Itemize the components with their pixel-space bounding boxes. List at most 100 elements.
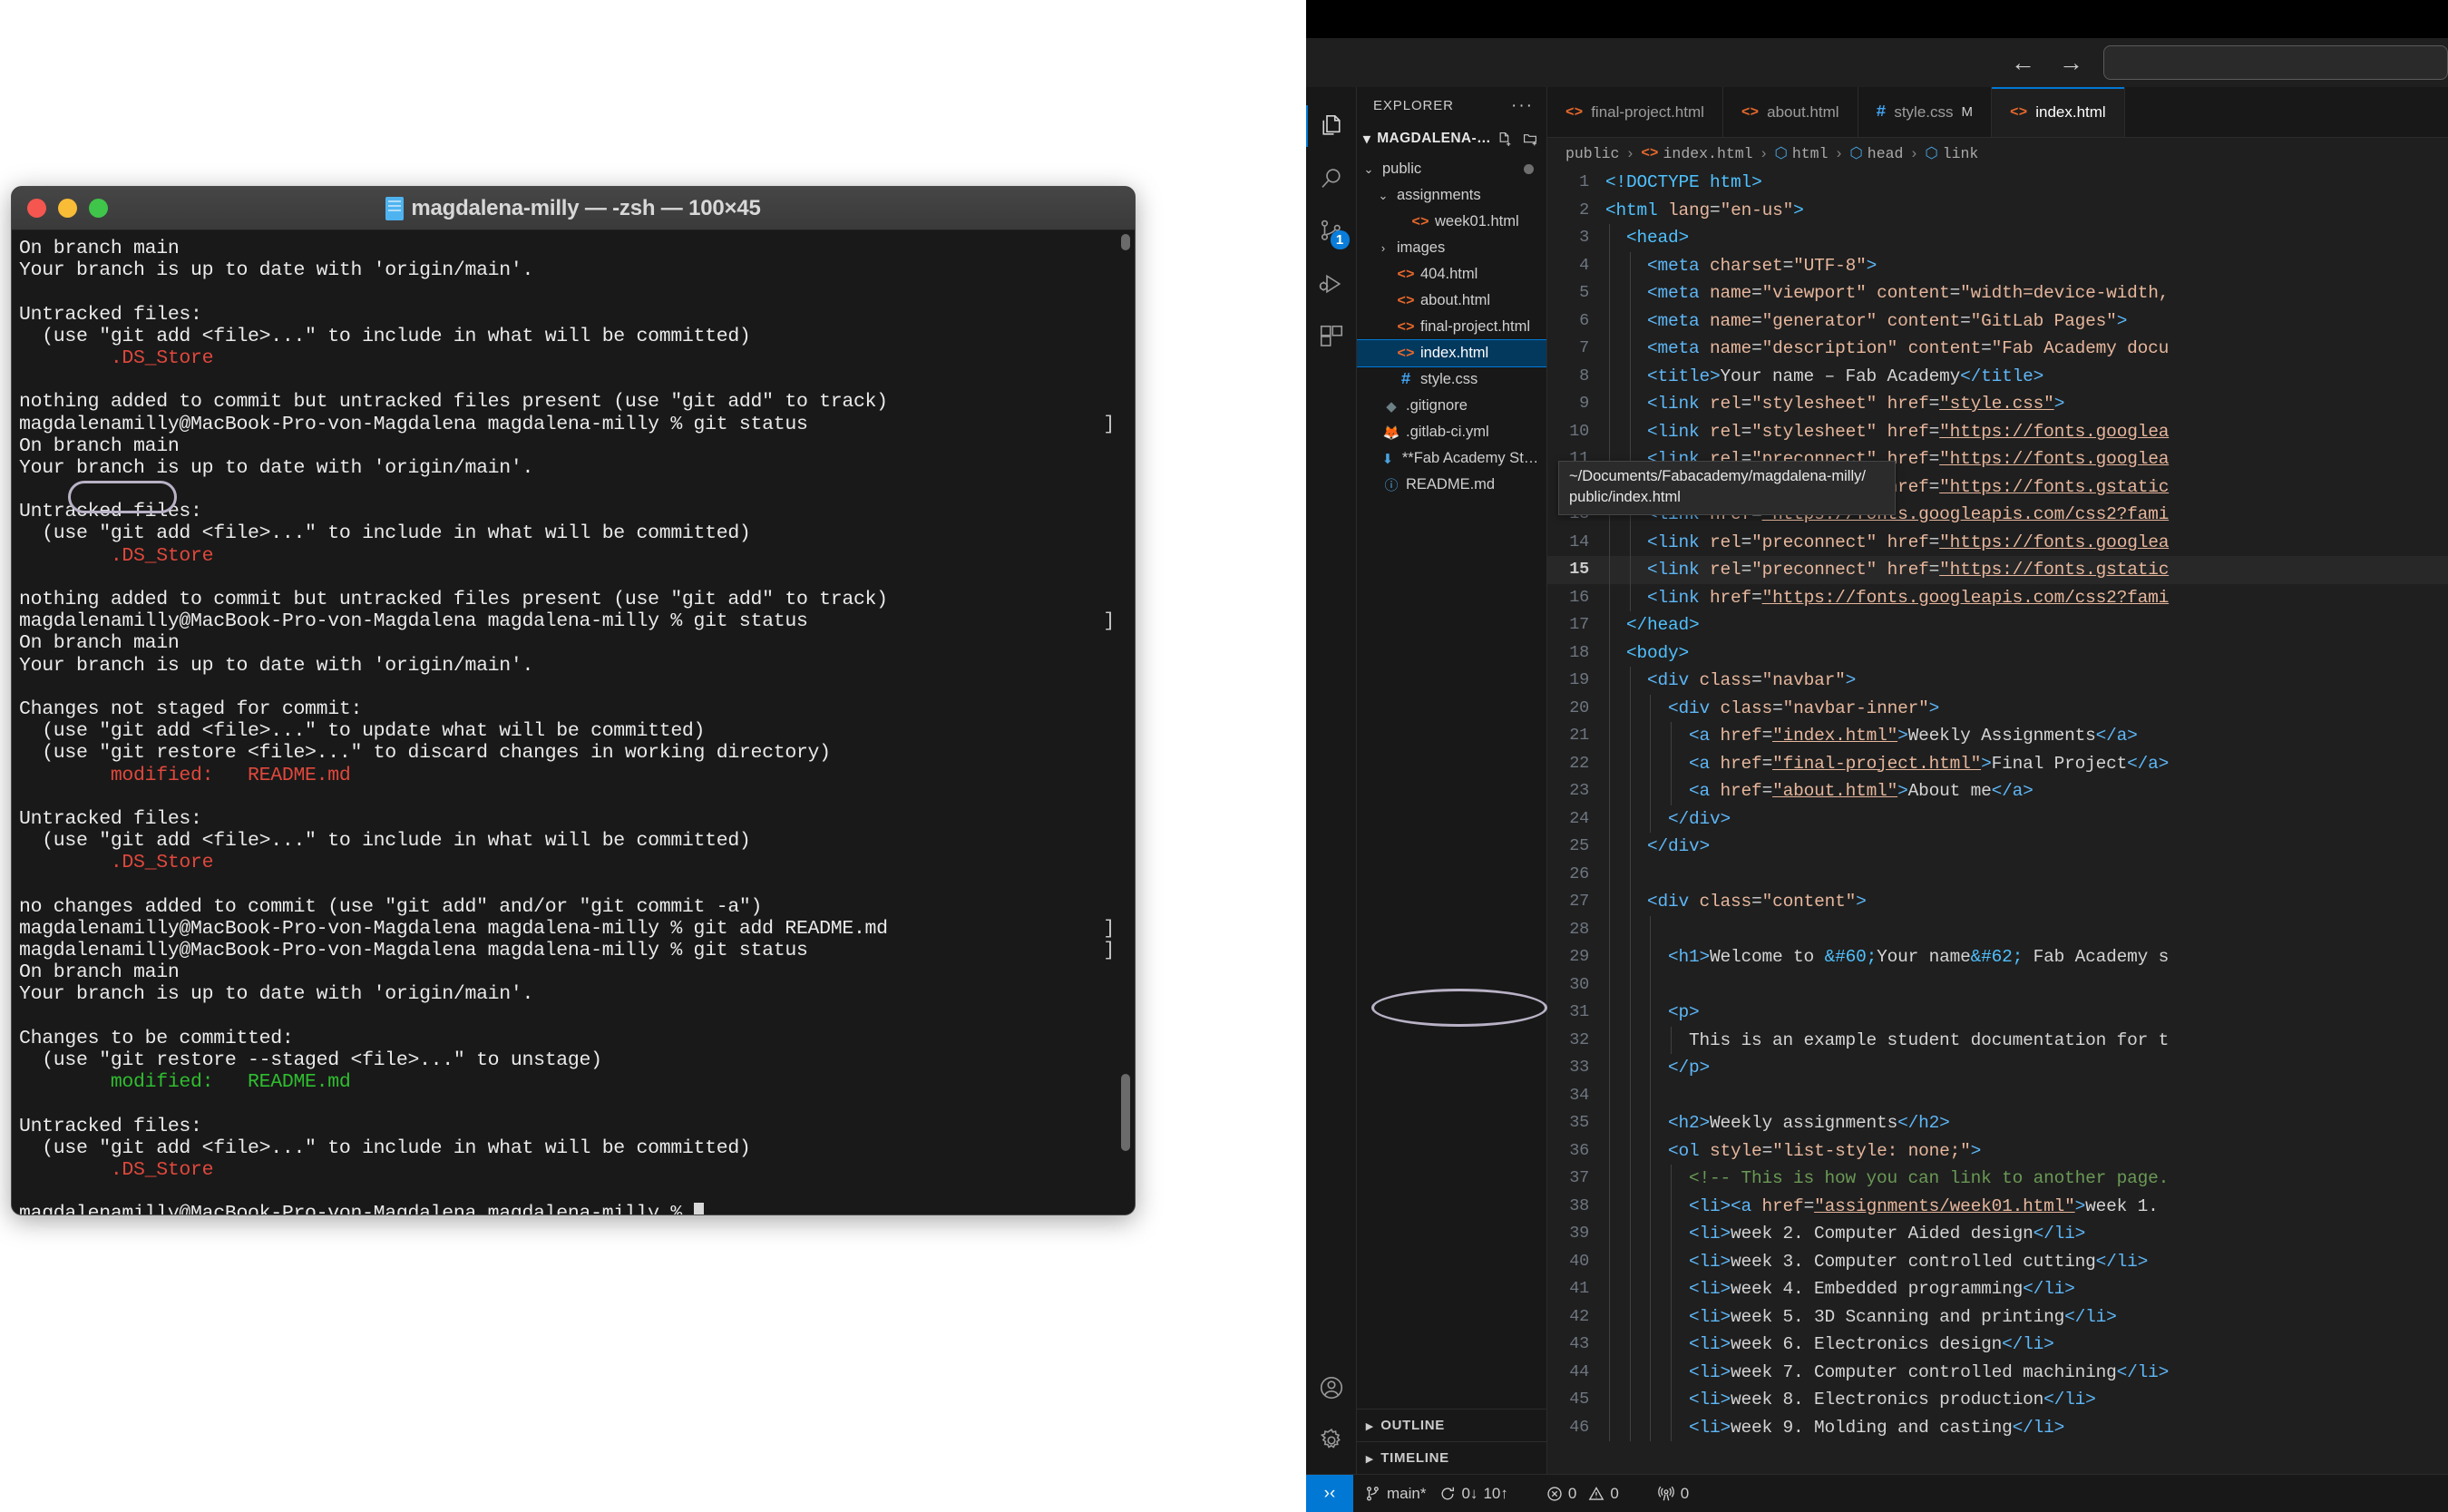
code-line[interactable]: 29 <h1>Welcome to &#60;Your name&#62; Fa… [1547, 943, 2448, 971]
new-file-icon[interactable] [1497, 132, 1513, 147]
tree-item-label: 404.html [1420, 266, 1478, 282]
code-line[interactable]: 30 [1547, 971, 2448, 999]
activity-item-accounts[interactable] [1306, 1361, 1357, 1414]
code-line[interactable]: 41 <li>week 4. Embedded programming</li> [1547, 1275, 2448, 1303]
code-line[interactable]: 3 <head> [1547, 224, 2448, 252]
breadcrumb-item-public[interactable]: public [1565, 145, 1619, 162]
code-line[interactable]: 43 <li>week 6. Electronics design</li> [1547, 1331, 2448, 1359]
terminal-scrollbar[interactable] [1120, 230, 1133, 1214]
tree-item-style-css[interactable]: # style.css [1357, 366, 1546, 393]
code-line[interactable]: 34 [1547, 1081, 2448, 1109]
breadcrumb-item-index-html[interactable]: <> index.html [1641, 145, 1752, 162]
code-editor[interactable]: 1 <!DOCTYPE html> 2 <html lang="en-us"> 3 <h… [1547, 169, 2448, 1474]
breadcrumb-item-link[interactable]: ⬡ link [1925, 144, 1978, 163]
activity-item-run-and-debug[interactable] [1306, 258, 1357, 310]
code-line[interactable]: 38 <li><a href="assignments/week01.html"… [1547, 1192, 2448, 1220]
terminal-scroll-thumb-top[interactable] [1121, 234, 1130, 250]
terminal-body[interactable]: On branch main Your branch is up to date … [12, 230, 1135, 1214]
code-line[interactable]: 10 <link rel="stylesheet" href="https://… [1547, 417, 2448, 445]
timeline-section[interactable]: ▸ TIMELINE [1357, 1441, 1546, 1474]
code-line[interactable]: 33 </p> [1547, 1054, 2448, 1082]
tree-item-about-html[interactable]: <> about.html [1357, 288, 1546, 314]
code-line[interactable]: 36 <ol style="list-style: none;"> [1547, 1136, 2448, 1165]
code-line[interactable]: 17 </head> [1547, 611, 2448, 639]
code-line[interactable]: 9 <link rel="stylesheet" href="style.css… [1547, 390, 2448, 418]
code-line[interactable]: 22 <a href="final-project.html">Final Pr… [1547, 749, 2448, 777]
code-line[interactable]: 18 <body> [1547, 639, 2448, 667]
code-line[interactable]: 25 </div> [1547, 833, 2448, 861]
tree-item-404-html[interactable]: <> 404.html [1357, 261, 1546, 288]
code-line[interactable]: 28 [1547, 915, 2448, 943]
code-line[interactable]: 20 <div class="navbar-inner"> [1547, 694, 2448, 722]
indent-guide [1629, 667, 1631, 695]
tree-item-public[interactable]: ⌄ public [1357, 156, 1546, 182]
tree-item-fab-academy-student-a[interactable]: ⬇ **Fab Academy Student A… [1357, 445, 1546, 472]
code-line[interactable]: 32 This is an example student documentat… [1547, 1026, 2448, 1054]
code-line[interactable]: 19 <div class="navbar"> [1547, 667, 2448, 695]
tree-item-readme-md[interactable]: ⓘ README.md [1357, 472, 1546, 498]
code-line[interactable]: 1 <!DOCTYPE html> [1547, 169, 2448, 197]
code-line-text: <a href="final-project.html">Final Proje… [1689, 753, 2170, 774]
tree-item-gitlab-ci-yml[interactable]: 🦊 .gitlab-ci.yml [1357, 419, 1546, 445]
tree-item-gitignore[interactable]: ◆ .gitignore [1357, 393, 1546, 419]
editor-tab-final-project-html[interactable]: <> final-project.html [1547, 87, 1723, 137]
editor-tab-style-css[interactable]: # style.css M [1858, 87, 1993, 137]
activity-item-explorer[interactable] [1306, 100, 1357, 152]
activity-item-extensions[interactable] [1306, 310, 1357, 363]
code-line[interactable]: 31 <p> [1547, 999, 2448, 1027]
code-line[interactable]: 23 <a href="about.html">About me</a> [1547, 777, 2448, 805]
activity-item-manage[interactable] [1306, 1414, 1357, 1467]
status-error-count: 0 [1567, 1484, 1577, 1502]
tree-item-final-project-html[interactable]: <> final-project.html [1357, 314, 1546, 340]
tree-item-index-html[interactable]: <> index.html [1357, 339, 1546, 367]
remote-window-icon[interactable]: ›‹ [1306, 1474, 1353, 1512]
new-folder-icon[interactable] [1523, 132, 1538, 147]
quick-input-search-box[interactable] [2103, 45, 2448, 80]
code-line[interactable]: 37 <!-- This is how you can link to anot… [1547, 1165, 2448, 1193]
terminal-scroll-thumb[interactable] [1121, 1074, 1130, 1151]
indent-guide [1609, 279, 1610, 307]
tree-item-week01-html[interactable]: <> week01.html [1357, 209, 1546, 235]
code-line[interactable]: 21 <a href="index.html">Weekly Assignmen… [1547, 722, 2448, 750]
code-line-text: <link rel="stylesheet" href="https://fon… [1647, 421, 2170, 442]
status-ports[interactable]: 0 [1645, 1475, 1701, 1512]
code-line[interactable]: 15 <link rel="preconnect" href="https://… [1547, 556, 2448, 584]
status-problems[interactable]: 0 0 [1535, 1475, 1631, 1512]
breadcrumb-item-html[interactable]: ⬡ html [1774, 144, 1828, 163]
breadcrumb-item-head[interactable]: ⬡ head [1849, 144, 1903, 163]
code-line[interactable]: 6 <meta name="generator" content="GitLab… [1547, 307, 2448, 335]
code-line[interactable]: 14 <link rel="preconnect" href="https://… [1547, 528, 2448, 556]
explorer-more-actions-button[interactable]: ··· [1511, 97, 1534, 114]
arrow-right-icon[interactable]: → [2059, 50, 2083, 75]
activity-item-source-control[interactable]: 1 [1306, 205, 1357, 258]
code-line[interactable]: 7 <meta name="description" content="Fab … [1547, 335, 2448, 363]
code-line[interactable]: 35 <h2>Weekly assignments</h2> [1547, 1109, 2448, 1137]
code-line[interactable]: 27 <div class="content"> [1547, 888, 2448, 916]
indent-guide [1650, 1302, 1651, 1331]
editor-tab-about-html[interactable]: <> about.html [1722, 87, 1858, 137]
code-line[interactable]: 46 <li>week 9. Molding and casting</li> [1547, 1413, 2448, 1441]
code-line[interactable]: 8 <title>Your name – Fab Academy</title> [1547, 362, 2448, 390]
activity-item-search[interactable] [1306, 152, 1357, 205]
terminal-line: nothing added to commit but untracked fi… [19, 391, 888, 414]
outline-section[interactable]: ▸ OUTLINE [1357, 1409, 1546, 1441]
code-line[interactable]: 39 <li>week 2. Computer Aided design</li… [1547, 1220, 2448, 1248]
tree-item-assignments[interactable]: ⌄ assignments [1357, 182, 1546, 209]
code-line[interactable]: 2 <html lang="en-us"> [1547, 197, 2448, 225]
editor-tab-index-html[interactable]: <> index.html [1992, 87, 2125, 137]
status-branch[interactable]: main* 0↓ 10↑ [1353, 1475, 1520, 1512]
code-line[interactable]: 24 </div> [1547, 805, 2448, 833]
terminal-titlebar[interactable]: magdalena-milly — -zsh — 100×45 [12, 187, 1135, 230]
code-line[interactable]: 5 <meta name="viewport" content="width=d… [1547, 279, 2448, 307]
code-line[interactable]: 40 <li>week 3. Computer controlled cutti… [1547, 1247, 2448, 1275]
code-line[interactable]: 16 <link href="https://fonts.googleapis.… [1547, 583, 2448, 611]
tree-item-images[interactable]: › images [1357, 235, 1546, 261]
code-line[interactable]: 4 <meta charset="UTF-8"> [1547, 251, 2448, 279]
arrow-left-icon[interactable]: ← [2011, 50, 2035, 75]
line-number: 26 [1569, 863, 1589, 883]
code-line[interactable]: 44 <li>week 7. Computer controlled machi… [1547, 1358, 2448, 1386]
code-line[interactable]: 42 <li>week 5. 3D Scanning and printing<… [1547, 1302, 2448, 1331]
code-line[interactable]: 26 [1547, 860, 2448, 888]
code-line[interactable]: 45 <li>week 8. Electronics production</l… [1547, 1386, 2448, 1414]
workspace-root-row[interactable]: ▾ MAGDALENA-… [1357, 123, 1587, 154]
